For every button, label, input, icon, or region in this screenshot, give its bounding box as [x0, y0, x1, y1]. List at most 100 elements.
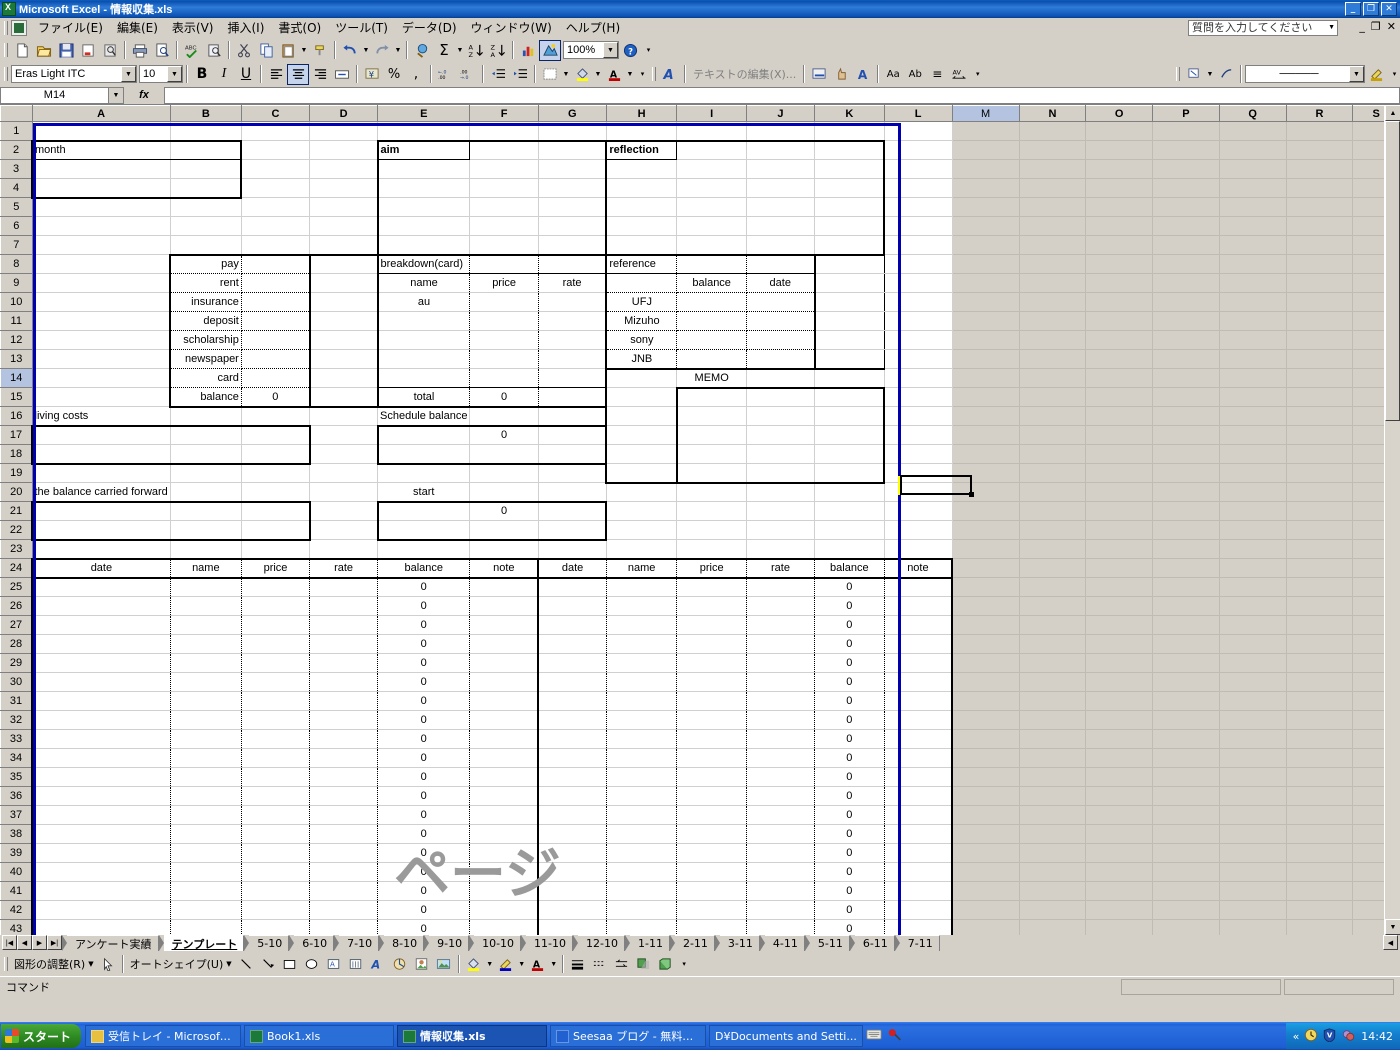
cell-M11[interactable]	[952, 311, 1020, 331]
row-header-13[interactable]: 13	[0, 349, 33, 369]
print-preview-icon[interactable]	[151, 40, 173, 61]
sheet-row[interactable]: 25 0 0	[0, 577, 1400, 597]
cell-O39[interactable]	[1085, 843, 1154, 863]
sheet-tab-5-11[interactable]: 5-11	[809, 935, 850, 951]
cell-R11[interactable]	[1286, 311, 1354, 331]
wordart-character-spacing-icon[interactable]: AV	[948, 64, 970, 85]
borders-button[interactable]	[539, 64, 561, 85]
cell-C19[interactable]	[241, 463, 311, 483]
cell-F12[interactable]	[469, 330, 539, 350]
cell-F31[interactable]	[469, 691, 539, 711]
cell-R27[interactable]	[1286, 615, 1354, 635]
cell-I6[interactable]	[676, 216, 747, 236]
cell-D7[interactable]	[309, 235, 378, 255]
cell-Q14[interactable]	[1219, 368, 1287, 388]
cell-L21[interactable]	[884, 501, 953, 521]
increase-indent-button[interactable]	[509, 64, 531, 85]
cell-A34[interactable]	[30, 748, 171, 768]
cell-G42[interactable]	[537, 900, 607, 920]
cell-F25[interactable]	[469, 577, 539, 597]
keyboard-icon[interactable]	[866, 1028, 882, 1044]
taskbar-item-D¥Document[interactable]: D¥Documents and Setti...	[709, 1025, 863, 1047]
sheet-row[interactable]: 22	[0, 520, 1400, 541]
insert-wordart-icon[interactable]: A	[659, 64, 681, 85]
cell-L15[interactable]	[884, 387, 953, 407]
cell-E24[interactable]: balance	[377, 557, 471, 579]
cell-B40[interactable]	[170, 862, 242, 882]
cell-C12[interactable]	[241, 330, 311, 350]
dash-style-icon[interactable]	[589, 954, 611, 975]
cell-M40[interactable]	[952, 862, 1020, 882]
underline-button[interactable]: U	[235, 64, 257, 85]
cell-F35[interactable]	[469, 767, 539, 787]
cell-H30[interactable]	[606, 672, 678, 692]
cell-N3[interactable]	[1019, 159, 1087, 179]
formatting-toolbar-grip[interactable]	[2, 66, 9, 82]
cell-G27[interactable]	[537, 615, 607, 635]
cell-K13[interactable]	[814, 349, 885, 369]
hyperlink-icon[interactable]	[411, 40, 433, 61]
column-header-h[interactable]: H	[605, 105, 678, 122]
cell-D21[interactable]	[309, 501, 378, 521]
cell-G6[interactable]	[538, 216, 608, 236]
cell-D32[interactable]	[309, 710, 378, 730]
cell-I24[interactable]: price	[676, 557, 747, 579]
sheet-row[interactable]: 30 0 0	[0, 672, 1400, 692]
cell-G33[interactable]	[537, 729, 607, 749]
cell-K7[interactable]	[814, 235, 886, 256]
cell-F39[interactable]	[469, 843, 539, 863]
cell-H22[interactable]	[606, 520, 678, 540]
cell-C29[interactable]	[241, 653, 311, 673]
cell-Q42[interactable]	[1219, 900, 1287, 920]
cell-R39[interactable]	[1286, 843, 1354, 863]
cell-H25[interactable]	[606, 577, 678, 597]
cell-F32[interactable]	[469, 710, 539, 730]
cell-H11[interactable]: Mizuho	[605, 311, 678, 331]
cell-A12[interactable]	[32, 330, 171, 350]
sheet-tab-7-11[interactable]: 7-11	[899, 935, 940, 951]
cell-N40[interactable]	[1019, 862, 1087, 882]
cell-Q38[interactable]	[1219, 824, 1287, 844]
font-color-chevron-icon[interactable]: ▼	[625, 71, 635, 78]
cell-I17[interactable]	[675, 425, 747, 445]
sheet-row[interactable]: 40 0 0	[0, 862, 1400, 882]
cell-C21[interactable]	[241, 500, 311, 521]
cell-C31[interactable]	[241, 691, 311, 711]
cell-H26[interactable]	[606, 596, 678, 616]
cell-K17[interactable]	[814, 425, 886, 445]
cell-R28[interactable]	[1286, 634, 1354, 654]
cell-D17[interactable]	[309, 425, 378, 445]
sort-ascending-icon[interactable]: AZ	[465, 40, 487, 61]
cell-I43[interactable]	[676, 919, 747, 935]
cell-G25[interactable]	[537, 577, 607, 597]
cell-F6[interactable]	[469, 216, 539, 236]
cell-I16[interactable]	[675, 406, 747, 426]
cell-B38[interactable]	[170, 824, 242, 844]
cell-N7[interactable]	[1019, 235, 1087, 255]
doc-minimize-button[interactable]: _	[1359, 20, 1365, 33]
row-header-11[interactable]: 11	[0, 311, 33, 331]
spelling-icon[interactable]: ABC	[181, 40, 203, 61]
cell-L25[interactable]	[884, 577, 954, 597]
sheet-row[interactable]: 23	[0, 539, 1400, 559]
font-name-chevron-icon[interactable]: ▼	[121, 66, 136, 82]
borders-chevron-icon[interactable]: ▼	[561, 71, 571, 78]
cell-N42[interactable]	[1019, 900, 1087, 920]
cell-K26[interactable]: 0	[814, 596, 885, 616]
cell-G19[interactable]	[538, 463, 607, 483]
cell-K8[interactable]	[814, 254, 885, 274]
cell-K42[interactable]: 0	[814, 900, 885, 920]
cell-K34[interactable]: 0	[814, 748, 885, 768]
insert-function-icon[interactable]: fx	[124, 89, 164, 101]
fill-color-button[interactable]	[571, 64, 593, 85]
menu-edit[interactable]: 編集(E)	[110, 17, 165, 38]
taskbar-item-受信トレイ - Mi[interactable]: 受信トレイ - Microsoft O...	[85, 1025, 242, 1047]
cell-N22[interactable]	[1019, 520, 1087, 540]
cell-M29[interactable]	[952, 653, 1020, 673]
column-header-m[interactable]: M	[951, 105, 1020, 122]
sheet-row[interactable]: 34 0 0	[0, 748, 1400, 768]
wordart-alignment-icon[interactable]: ≡	[926, 64, 948, 85]
cell-D4[interactable]	[309, 178, 378, 198]
cell-A13[interactable]	[32, 349, 171, 369]
column-header-q[interactable]: Q	[1218, 105, 1287, 122]
